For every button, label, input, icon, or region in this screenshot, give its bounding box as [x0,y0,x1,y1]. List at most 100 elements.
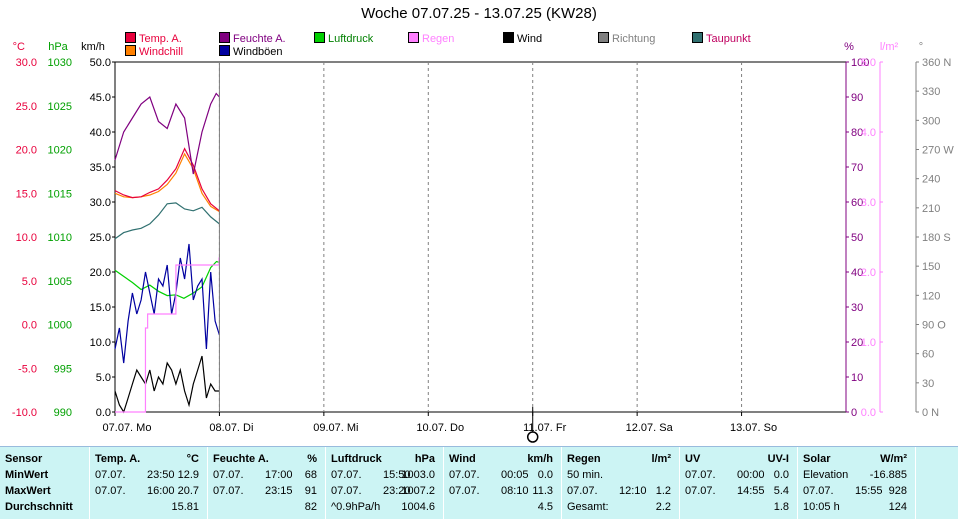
uv-max: 5.4 [773,485,789,497]
temp-max: 20.7 [177,485,199,497]
weather-chart: 30.0 25.0 20.0 15.0 10.0 5.0 0.0 -5.0 -10.0 1030 1… [12,41,954,443]
tick-wind: 0.0 [96,407,111,419]
label-min: MinWert [5,469,49,481]
uv-min: 0.0 [773,469,789,481]
tick-pressure: 1020 [48,145,72,157]
tick-wind: 45.0 [90,92,111,104]
tick-direction: 330 [922,86,940,98]
tick-pressure: 1025 [48,101,72,113]
tick-wind: 30.0 [90,197,111,209]
temp-max-time: 16:00 [147,485,175,497]
wind-min-time: 00:05 [501,469,529,481]
press-avg: 1004.6 [401,501,435,513]
tick-wind: 25.0 [90,232,111,244]
stats-col-empty [916,447,958,519]
wind-unit: km/h [527,453,553,465]
tick-pressure: 1030 [48,57,72,69]
stats-table: Sensor MinWert MaxWert Durchschnitt Temp… [0,446,958,519]
unit-rain: l/m² [880,41,899,53]
tick-temp: 20.0 [16,145,37,157]
temp-min-time: 23:50 [147,469,175,481]
uv-max-date: 07.07. [685,485,716,497]
label-avg: Durchschnitt [5,501,73,513]
press-max-date: 07.07. [331,485,362,497]
tick-wind: 50.0 [90,57,111,69]
uv-unit: UV-I [767,453,789,465]
tick-pressure: 990 [54,407,72,419]
solar-elevation: -16.885 [869,469,907,481]
unit-pressure: hPa [48,41,68,53]
tick-temp: -10.0 [12,407,37,419]
tick-wind: 35.0 [90,162,111,174]
tick-pressure: 995 [54,363,72,375]
tick-direction: 60 [922,349,934,361]
solar-header: Solar [803,453,831,465]
rain-header: Regen [567,453,601,465]
solar-max-time: 15:55 [855,485,883,497]
midweek-marker [526,431,539,443]
stats-col-labels: Sensor MinWert MaxWert Durchschnitt [0,447,90,519]
rain-max-date: 07.07. [567,485,598,497]
tick-humidity: 90 [851,92,863,104]
tick-temp: -5.0 [18,363,37,375]
tick-direction: 90 O [922,320,946,332]
tick-wind: 20.0 [90,267,111,279]
tick-temp: 25.0 [16,101,37,113]
stats-col-uv: UV UV-I 07.07. 00:00 0.0 07.07. 14:55 5.4 1.8 [680,447,798,519]
stats-col-solar: Solar W/m² Elevation -16.885 07.07. 15:55 92… [798,447,916,519]
tick-temp: 15.0 [16,188,37,200]
wind-avg: 4.5 [537,501,553,513]
stats-col-rain: Regen l/m² 50 min. 07.07. 12:10 1.2 Gesamt:… [562,447,680,519]
hum-max-time: 23:15 [265,485,293,497]
x-tick-label: 12.07. Sa [626,422,674,434]
press-header: Luftdruck [331,453,382,465]
tick-wind: 15.0 [90,302,111,314]
tick-rain: 4.0 [861,127,876,139]
temp-unit: °C [186,453,199,465]
temp-header: Temp. A. [95,453,141,465]
stats-col-wind: Wind km/h 07.07. 00:05 0.0 07.07. 08:10 11.3 … [444,447,562,519]
tick-pressure: 1000 [48,320,72,332]
hum-max-date: 07.07. [213,485,244,497]
tick-rain: 2.0 [861,267,876,279]
solar-unit: W/m² [880,453,907,465]
rain-total-label: Gesamt: [567,501,609,513]
tick-direction: 120 [922,290,940,302]
rain-unit: l/m² [651,453,671,465]
hum-header: Feuchte A. [213,453,269,465]
press-trend: ^0.9hPa/h [331,501,381,513]
tick-direction: 300 [922,115,940,127]
temp-max-date: 07.07. [95,485,126,497]
solar-avg: 124 [888,501,907,513]
tick-rain: 1.0 [861,337,876,349]
wind-min: 0.0 [537,469,553,481]
hum-min-date: 07.07. [213,469,244,481]
uv-max-time: 14:55 [737,485,765,497]
tick-direction: 30 [922,378,934,390]
uv-min-time: 00:00 [737,469,765,481]
tick-direction: 270 W [922,145,954,157]
temp-min: 12.9 [177,469,199,481]
stats-col-temp: Temp. A. °C 07.07. 23:50 12.9 07.07. 16:00 20… [90,447,208,519]
stats-col-pressure: Luftdruck hPa 07.07. 15:50 1003.0 07.07. 23:… [326,447,444,519]
tick-humidity: 70 [851,162,863,174]
wind-max-date: 07.07. [449,485,480,497]
tick-direction: 150 [922,261,940,273]
hum-avg: 82 [304,501,317,513]
tick-rain: 0.0 [861,407,876,419]
temp-min-date: 07.07. [95,469,126,481]
tick-direction: 0 N [922,407,939,419]
press-min-date: 07.07. [331,469,362,481]
wind-min-date: 07.07. [449,469,480,481]
unit-temp: °C [13,41,25,53]
wind-max: 11.3 [532,485,553,497]
uv-min-date: 07.07. [685,469,716,481]
tick-pressure: 1010 [48,232,72,244]
tick-rain: 5.0 [861,57,876,69]
tick-wind: 10.0 [90,337,111,349]
press-max: 1007.2 [401,485,435,497]
unit-humidity: % [844,41,854,53]
hum-max: 91 [304,485,317,497]
tick-direction: 210 [922,203,940,215]
tick-temp: 5.0 [22,276,37,288]
